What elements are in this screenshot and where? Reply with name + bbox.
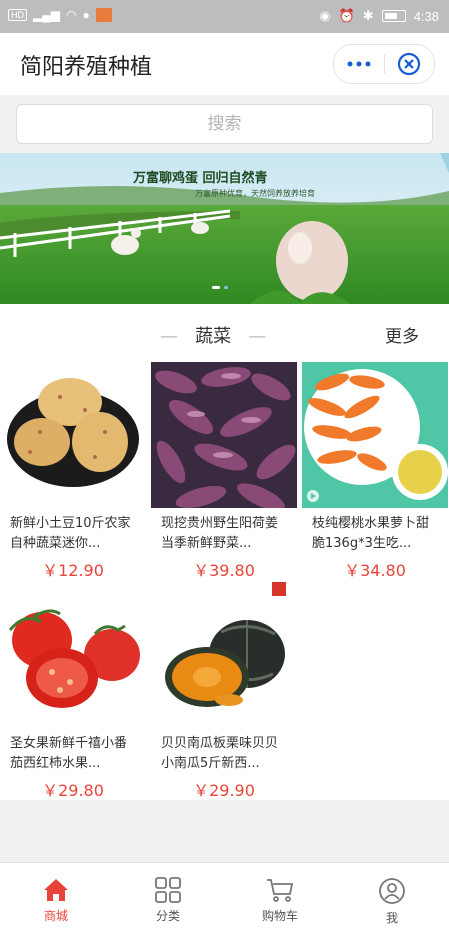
category-section-header: — 蔬菜 — 更多	[0, 304, 449, 362]
title-dash-right: —	[248, 326, 267, 347]
product-image-tomatoes	[0, 582, 146, 728]
product-card[interactable]: 贝贝南瓜板栗味贝贝小南瓜5斤新西... ￥29.90	[151, 582, 297, 801]
status-right: ◉ ⏰ ✱ 4:38	[319, 8, 439, 24]
product-card[interactable]: 圣女果新鲜千禧小番茄西红柿水果... ￥29.80	[0, 582, 146, 801]
tab-label: 商城	[43, 909, 68, 923]
banner-indicator	[212, 286, 228, 289]
product-image-pumpkin	[151, 582, 297, 728]
close-circle-icon[interactable]	[384, 45, 434, 83]
search-input[interactable]: 搜索	[16, 104, 433, 144]
signal-icon: ▂▄▆	[33, 8, 60, 22]
tab-label: 我	[385, 911, 398, 925]
tab-profile[interactable]: 我	[336, 863, 448, 931]
product-price: ￥29.80	[42, 781, 104, 800]
page-title: 简阳养殖种植	[20, 55, 153, 80]
product-name: 新鲜小土豆10斤农家自种蔬菜迷你...	[10, 516, 131, 551]
category-grid-icon	[155, 877, 181, 903]
indicator-dot	[224, 286, 228, 289]
alarm-icon: ⏰	[338, 8, 355, 23]
section-title: — 蔬菜 —	[160, 322, 266, 348]
tab-label: 分类	[155, 909, 180, 923]
product-name: 圣女果新鲜千禧小番茄西红柿水果...	[10, 736, 128, 771]
status-left: HD ▂▄▆ ◠ ●	[8, 8, 112, 22]
product-price: ￥12.90	[42, 561, 104, 580]
home-icon	[44, 879, 68, 901]
product-card[interactable]: 现挖贵州野生阳荷姜当季新鲜野菜... ￥39.80	[151, 362, 297, 581]
profile-icon	[379, 878, 405, 904]
product-image-carrots	[302, 362, 448, 508]
battery-icon	[381, 10, 406, 22]
product-price: ￥34.80	[344, 561, 406, 580]
product-card[interactable]: 枝纯樱桃水果萝卜甜脆136g*3生吃... ￥34.80	[302, 362, 448, 581]
product-price: ￥39.80	[193, 561, 255, 580]
tab-category[interactable]: 分类	[112, 863, 224, 931]
product-image-ginger	[151, 362, 297, 508]
status-time: 4:38	[413, 8, 439, 24]
more-link[interactable]: 更多	[385, 322, 419, 347]
eye-icon: ◉	[319, 8, 331, 23]
product-image-potatoes	[0, 362, 146, 508]
title-dash-left: —	[160, 326, 178, 347]
ellipsis-icon[interactable]	[334, 45, 384, 83]
product-name: 枝纯樱桃水果萝卜甜脆136g*3生吃...	[312, 516, 430, 551]
mini-program-capsule	[333, 44, 435, 84]
promo-banner[interactable]: 万富聊鸡蛋 回归自然青 万富原种优育，天然饲养放养培育	[0, 153, 449, 304]
hd-badge: HD	[8, 9, 27, 21]
bottom-tab-bar: 商城 分类 购物车 我	[0, 862, 449, 931]
product-price: ￥29.90	[193, 781, 255, 800]
nav-header: 简阳养殖种植	[0, 33, 449, 95]
chat-icon: ●	[82, 8, 90, 22]
tab-cart[interactable]: 购物车	[224, 863, 336, 931]
wifi-icon: ◠	[65, 8, 77, 22]
product-card[interactable]: 新鲜小土豆10斤农家自种蔬菜迷你... ￥12.90	[0, 362, 146, 581]
product-name: 现挖贵州野生阳荷姜当季新鲜野菜...	[161, 516, 279, 551]
tab-label: 购物车	[261, 909, 298, 923]
cart-icon	[267, 879, 294, 902]
section-title-text: 蔬菜	[195, 326, 232, 347]
tab-home[interactable]: 商城	[0, 863, 112, 931]
indicator-dot-active	[212, 286, 220, 289]
search-area: 搜索	[0, 95, 449, 153]
promo-tag-icon	[272, 582, 286, 596]
banner-headline: 万富聊鸡蛋 回归自然青	[133, 171, 268, 186]
banner-subline: 万富原种优育，天然饲养放养培育	[195, 189, 315, 198]
product-grid: 新鲜小土豆10斤农家自种蔬菜迷你... ￥12.90 现挖贵州野生阳荷姜当季新鲜…	[0, 362, 449, 800]
bluetooth-icon: ✱	[362, 8, 374, 23]
app-notification-icon	[95, 8, 112, 22]
status-bar: HD ▂▄▆ ◠ ● ◉ ⏰ ✱ 4:38	[0, 0, 449, 33]
product-name: 贝贝南瓜板栗味贝贝小南瓜5斤新西...	[161, 736, 279, 771]
